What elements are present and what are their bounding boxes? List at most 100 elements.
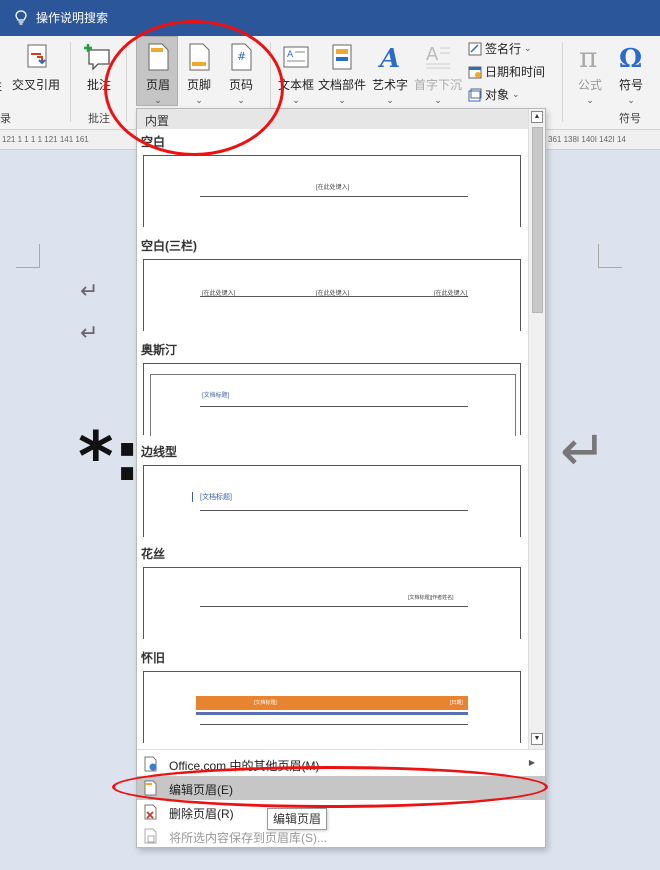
lightbulb-icon — [15, 9, 27, 25]
header-rule — [200, 606, 468, 607]
svg-text:π: π — [579, 42, 597, 72]
submenu-arrow-icon: ▶ — [528, 758, 535, 767]
scroll-up-button[interactable]: ▲ — [531, 111, 543, 123]
sideline-bar — [192, 492, 193, 502]
drop-cap-icon: A — [426, 44, 450, 69]
category-blank-three-column: 空白(三栏) — [141, 239, 197, 253]
word-art-button[interactable]: A 艺术字 ⌄ — [372, 42, 408, 106]
object-button[interactable]: 对象 ⌄ — [468, 86, 520, 103]
gallery-scrollbar[interactable]: ▲ ▼ — [528, 109, 545, 749]
category-austin: 奥斯汀 — [141, 343, 178, 357]
cross-reference-button[interactable]: 交叉引用 — [12, 42, 60, 93]
header-rule — [200, 510, 468, 511]
header-template-three-column[interactable]: [在此处键入] [在此处键入] [在此处键入] — [143, 259, 521, 331]
chevron-down-icon: ⌄ — [292, 95, 300, 105]
asterisk-glyph: *: — [78, 418, 141, 497]
separator — [70, 42, 71, 122]
ruler-ticks-left: 121 1 1 1 1 121 141 161 — [2, 135, 89, 144]
word-art-label: 艺术字 — [372, 78, 409, 92]
paragraph-mark-icon: ↵ — [80, 278, 99, 303]
scroll-thumb[interactable] — [532, 127, 543, 313]
category-filigree: 花丝 — [141, 547, 166, 561]
calendar-icon — [468, 66, 482, 78]
header-template-austin[interactable]: [文档标题] — [143, 363, 521, 436]
tell-me-search[interactable]: 操作说明搜索 — [14, 9, 108, 26]
crop-mark-left — [16, 244, 40, 268]
menu-item-save-selection[interactable]: 将所选内容保存到页眉库(S)... — [137, 824, 545, 848]
cross-reference-label: 交叉引用 — [12, 78, 61, 92]
menu-divider — [137, 749, 545, 750]
menu-item-label: 将所选内容保存到页眉库(S)... — [169, 831, 327, 845]
equation-label: 公式 — [577, 78, 602, 92]
signature-line-icon — [468, 42, 482, 55]
menu-item-label: 删除页眉(R) — [169, 807, 234, 821]
title-bar: 操作说明搜索 — [0, 0, 660, 36]
svg-text:A: A — [426, 44, 439, 65]
annotation-circle-header — [104, 20, 284, 156]
placeholder-text: [日期] — [450, 700, 463, 706]
separator — [562, 42, 563, 122]
quick-parts-icon — [332, 44, 352, 70]
chevron-down-icon: ⌄ — [524, 43, 532, 53]
object-label: 对象 — [485, 88, 510, 102]
text-box-icon: A — [283, 46, 309, 68]
header-gallery: 内置 空白 [在此处键入] 空白(三栏) [在此处键入] [在此处键入] [在此… — [137, 109, 529, 749]
retro-orange-band — [196, 696, 468, 710]
word-art-icon: A — [377, 44, 400, 72]
drop-cap-label: 首字下沉 — [414, 78, 463, 92]
symbol-button[interactable]: Ω 符号 ⌄ — [616, 42, 646, 106]
svg-text:Ω: Ω — [619, 44, 642, 72]
comments-group-label: 批注 — [88, 113, 110, 125]
crop-mark-right — [598, 244, 622, 268]
chevron-down-icon: ⌄ — [627, 95, 635, 105]
tell-me-label: 操作说明搜索 — [36, 11, 109, 25]
category-sideline: 边线型 — [141, 445, 178, 459]
placeholder-text: [文档标题][作者姓名] — [408, 595, 454, 601]
annotation-circle-edit-header — [112, 766, 548, 808]
header-rule — [200, 406, 468, 407]
placeholder-text: [文档标题] — [254, 700, 277, 706]
quick-parts-label: 文档部件 — [318, 78, 367, 92]
remove-header-icon — [144, 804, 157, 820]
paragraph-mark-icon: ↵ — [560, 419, 607, 482]
header-template-filigree[interactable]: [文档标题][作者姓名] — [143, 567, 521, 639]
placeholder-text: [文档标题] — [202, 393, 230, 399]
category-retro: 怀旧 — [141, 651, 166, 665]
header-rule — [200, 196, 468, 197]
svg-text:A: A — [287, 50, 294, 60]
chevron-down-icon: ⌄ — [338, 95, 346, 105]
chevron-down-icon: ⌄ — [386, 95, 394, 105]
pi-icon: π — [579, 42, 597, 72]
header-template-retro[interactable]: [文档标题] [日期] — [143, 671, 521, 743]
text-box-button[interactable]: A 文本框 ⌄ — [278, 42, 314, 106]
chevron-down-icon: ⌄ — [586, 95, 594, 105]
symbol-label: 符号 — [618, 78, 643, 92]
object-icon — [468, 88, 482, 101]
quick-parts-button[interactable]: 文档部件 ⌄ — [318, 42, 366, 106]
drop-cap-button[interactable]: A 首字下沉 ⌄ — [414, 42, 462, 106]
paragraph-mark-icon: ↵ — [80, 320, 99, 345]
placeholder-text: [在此处键入] — [316, 185, 350, 191]
placeholder-text: [文档标题] — [200, 494, 232, 501]
office-com-icon — [144, 756, 157, 772]
partial-group-label: 录 — [0, 113, 11, 125]
austin-border — [150, 374, 516, 436]
omega-icon: Ω — [619, 44, 642, 72]
header-template-blank[interactable]: [在此处键入] — [143, 155, 521, 227]
chevron-down-icon: ⌄ — [434, 95, 442, 105]
header-rule — [200, 296, 468, 297]
svg-text:A: A — [377, 44, 400, 72]
date-time-button[interactable]: 日期和时间 — [468, 63, 545, 80]
ruler-ticks-right: 361 138I 140I 142I 14 — [548, 135, 626, 144]
save-to-gallery-icon — [144, 828, 157, 844]
chevron-down-icon: ⌄ — [512, 89, 520, 99]
header-gallery-dropdown: 内置 空白 [在此处键入] 空白(三栏) [在此处键入] [在此处键入] [在此… — [136, 108, 546, 848]
partial-button[interactable]: E — [0, 80, 2, 94]
date-time-label: 日期和时间 — [485, 65, 546, 79]
header-template-sideline[interactable]: [文档标题] — [143, 465, 521, 537]
scroll-down-button[interactable]: ▼ — [531, 733, 543, 745]
signature-line-label: 签名行 — [485, 42, 522, 56]
symbols-group-label: 符号 — [619, 113, 641, 125]
signature-line-button[interactable]: 签名行 ⌄ — [468, 40, 532, 57]
equation-button[interactable]: π 公式 ⌄ — [575, 42, 605, 106]
